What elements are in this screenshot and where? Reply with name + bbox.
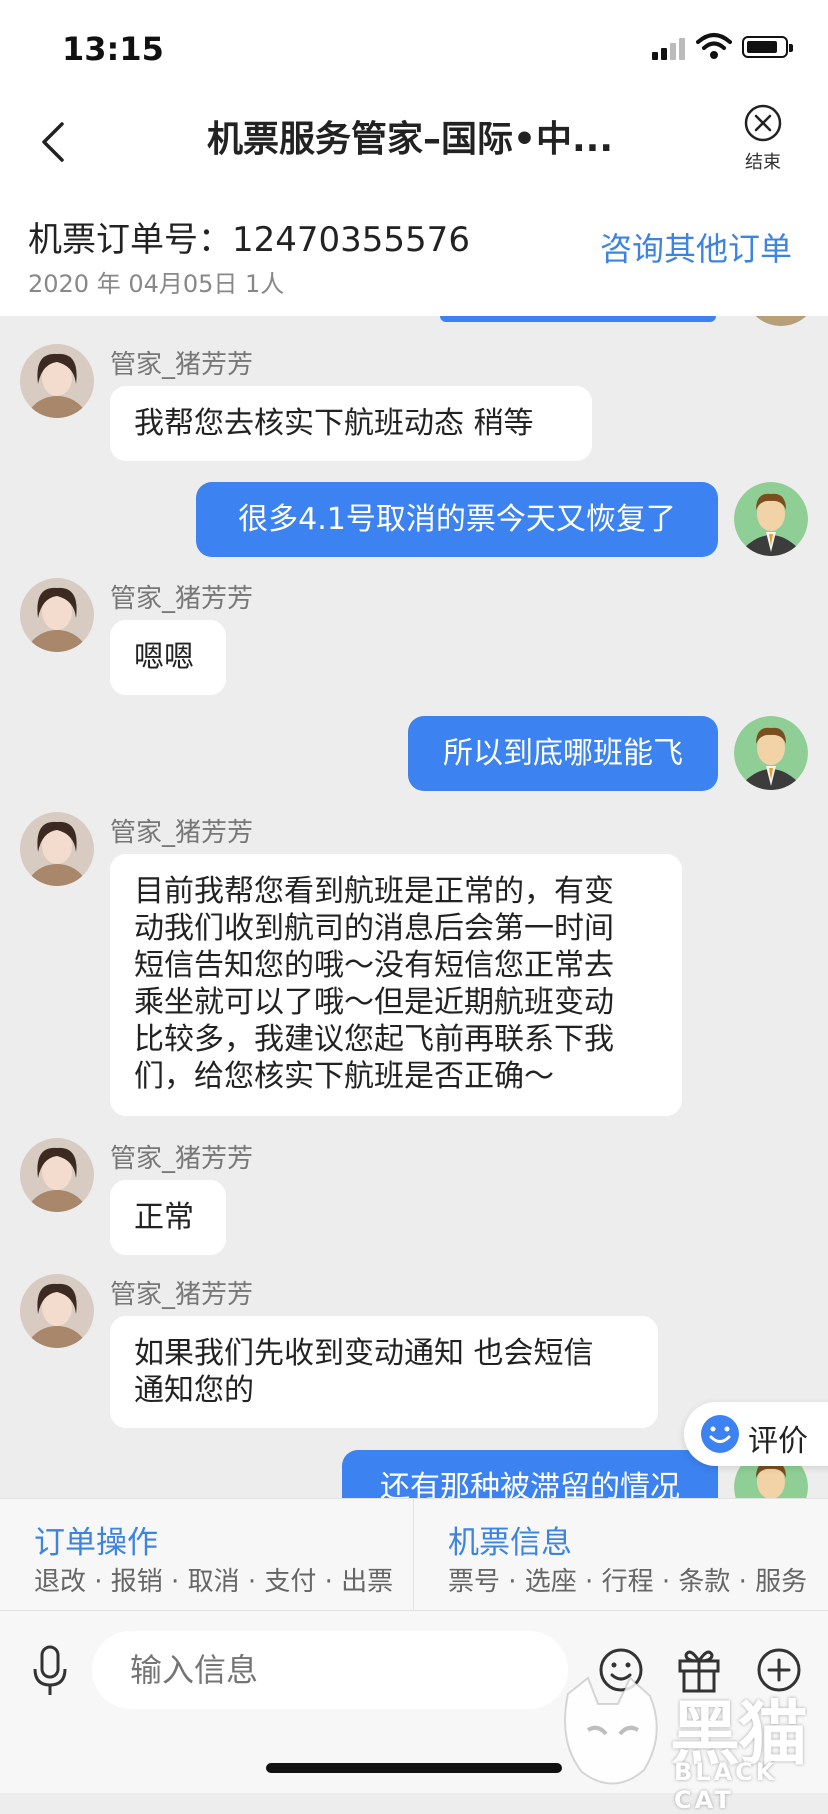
message-line: 通知您的 bbox=[134, 1373, 254, 1408]
message-bubble: 目前我帮您看到航班是正常的，有变 动我们收到航司的消息后会第一时间 短信告知您的… bbox=[110, 854, 682, 1116]
chat-area[interactable]: 管家_猪芳芳 我帮您去核实下航班动态 稍等 很多4.1号取消的票今天又恢复了 管… bbox=[0, 316, 828, 1498]
message-line: 动我们收到航司的消息后会第一时间 bbox=[134, 911, 614, 946]
order-operations-items: 退改 · 报销 · 取消 · 支付 · 出票 bbox=[34, 1567, 394, 1597]
order-operations-title: 订单操作 bbox=[34, 1525, 158, 1561]
message-bubble: 所以到底哪班能飞 bbox=[408, 716, 718, 791]
agent-avatar bbox=[20, 1138, 94, 1212]
ticket-info-title: 机票信息 bbox=[448, 1525, 572, 1561]
sender-name: 管家_猪芳芳 bbox=[110, 818, 254, 848]
smile-icon bbox=[701, 1415, 739, 1453]
order-date: 2020 年 04月05日 1人 bbox=[28, 270, 285, 298]
agent-avatar bbox=[20, 812, 94, 886]
message-line: 们，给您核实下航班是否正确～ bbox=[134, 1059, 554, 1094]
sender-name: 管家_猪芳芳 bbox=[110, 1144, 254, 1174]
message-line: 目前我帮您看到航班是正常的，有变 bbox=[134, 874, 614, 909]
quick-actions-panel: 订单操作 退改 · 报销 · 取消 · 支付 · 出票 机票信息 票号 · 选座… bbox=[0, 1498, 828, 1611]
previous-message-bubble bbox=[440, 316, 716, 322]
message-bubble: 很多4.1号取消的票今天又恢复了 bbox=[196, 482, 718, 557]
nav-bar: 机票服务管家–国际•中... 结束 bbox=[0, 96, 828, 196]
order-operations-panel[interactable]: 订单操作 退改 · 报销 · 取消 · 支付 · 出票 bbox=[34, 1499, 404, 1611]
agent-avatar bbox=[20, 344, 94, 418]
message-line: 乘坐就可以了哦～但是近期航班变动 bbox=[134, 985, 614, 1020]
message-bubble: 正常 bbox=[110, 1180, 226, 1255]
status-time: 13:15 bbox=[62, 30, 164, 68]
end-chat-label: 结束 bbox=[745, 152, 781, 173]
message-line: 如果我们先收到变动通知 也会短信 bbox=[134, 1336, 594, 1371]
wifi-icon bbox=[696, 33, 732, 59]
watermark-logo: 黑猫 BLACK CAT bbox=[558, 1674, 826, 1814]
user-avatar bbox=[734, 482, 808, 556]
agent-avatar bbox=[20, 1274, 94, 1348]
cat-logo-icon bbox=[564, 1676, 658, 1785]
sender-name: 管家_猪芳芳 bbox=[110, 1280, 254, 1310]
cellular-signal-icon bbox=[652, 36, 688, 60]
sender-name: 管家_猪芳芳 bbox=[110, 584, 254, 614]
ticket-info-items: 票号 · 选座 · 行程 · 条款 · 服务 bbox=[448, 1567, 808, 1597]
message-line: 短信告知您的哦～没有短信您正常去 bbox=[134, 948, 614, 983]
watermark-subtext: BLACK CAT bbox=[674, 1758, 778, 1814]
consult-other-orders-link[interactable]: 咨询其他订单 bbox=[600, 224, 792, 270]
message-bubble: 还有那种被滞留的情况 bbox=[342, 1450, 718, 1498]
agent-avatar bbox=[20, 578, 94, 652]
panel-divider bbox=[413, 1499, 414, 1611]
close-circle-icon bbox=[744, 104, 782, 142]
page-title: 机票服务管家–国际•中... bbox=[206, 119, 614, 160]
order-number: 机票订单号：12470355576 bbox=[28, 220, 470, 260]
message-line: 比较多，我建议您起飞前再联系下我 bbox=[134, 1022, 614, 1057]
status-bar: 13:15 bbox=[0, 0, 828, 96]
back-arrow-icon[interactable] bbox=[36, 114, 76, 170]
sender-name: 管家_猪芳芳 bbox=[110, 350, 254, 380]
end-chat-button[interactable]: 结束 bbox=[734, 104, 792, 174]
user-avatar bbox=[744, 316, 818, 326]
message-bubble: 嗯嗯 bbox=[110, 620, 226, 695]
home-indicator bbox=[266, 1763, 562, 1773]
message-input[interactable] bbox=[92, 1631, 568, 1709]
message-bubble: 如果我们先收到变动通知 也会短信 通知您的 bbox=[110, 1316, 658, 1428]
rate-label: 评价 bbox=[748, 1424, 808, 1459]
microphone-icon[interactable] bbox=[30, 1645, 70, 1697]
user-avatar bbox=[734, 716, 808, 790]
ticket-info-panel[interactable]: 机票信息 票号 · 选座 · 行程 · 条款 · 服务 bbox=[448, 1499, 818, 1611]
battery-icon bbox=[742, 36, 793, 58]
order-header: 机票订单号：12470355576 2020 年 04月05日 1人 咨询其他订… bbox=[0, 196, 828, 316]
rate-button[interactable]: 评价 bbox=[684, 1402, 828, 1466]
message-bubble: 我帮您去核实下航班动态 稍等 bbox=[110, 386, 592, 461]
